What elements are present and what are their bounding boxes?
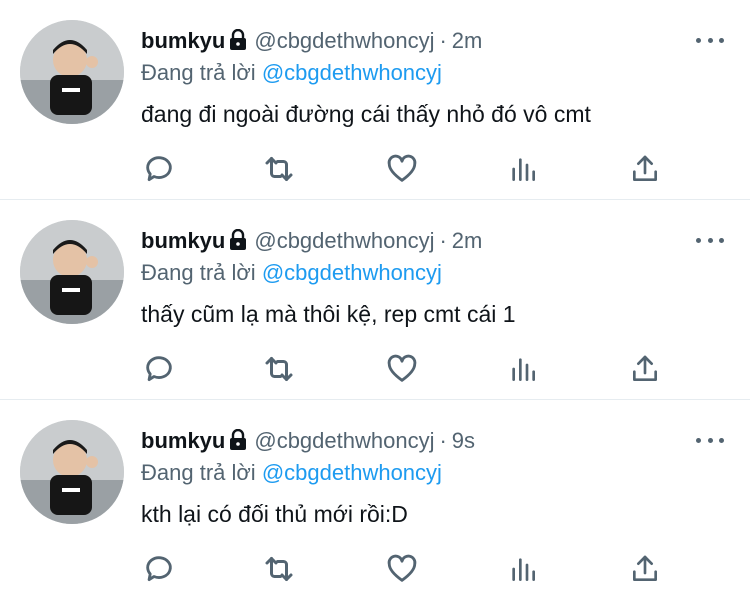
- retweet-button[interactable]: [261, 551, 297, 587]
- heart-icon: [387, 554, 417, 582]
- share-icon: [633, 555, 657, 581]
- avatar[interactable]: [20, 420, 124, 524]
- lock-icon: [230, 229, 247, 250]
- separator: ·: [439, 228, 447, 253]
- reply-mention[interactable]: @cbgdethwhoncyj: [262, 460, 442, 485]
- share-button[interactable]: [627, 151, 663, 187]
- separator: ·: [439, 428, 447, 453]
- reply-icon: [146, 556, 172, 582]
- reply-icon: [146, 356, 172, 382]
- display-name[interactable]: bumkyu: [141, 428, 225, 453]
- share-icon: [633, 355, 657, 381]
- username[interactable]: @cbgdethwhoncyj: [254, 228, 434, 253]
- reply-prefix: Đang trả lời: [141, 60, 256, 85]
- timestamp[interactable]: 9s: [452, 428, 475, 453]
- analytics-button[interactable]: [505, 351, 541, 387]
- share-button[interactable]: [627, 551, 663, 587]
- reply-mention[interactable]: @cbgdethwhoncyj: [262, 60, 442, 85]
- share-icon: [633, 155, 657, 181]
- lock-icon: [230, 429, 247, 450]
- avatar-photo: [20, 420, 124, 524]
- analytics-icon: [512, 558, 535, 581]
- tweet-text: kth lại có đối thủ mới rồi:D: [141, 501, 408, 527]
- avatar[interactable]: [20, 20, 124, 124]
- reply-button[interactable]: [141, 151, 177, 187]
- heart-icon: [387, 154, 417, 182]
- separator: ·: [439, 28, 447, 53]
- analytics-icon: [512, 158, 535, 181]
- like-button[interactable]: [384, 551, 420, 587]
- tweet-header: bumkyu @cbgdethwhoncyj · 9s: [141, 426, 680, 456]
- replying-to: Đang trả lời @cbgdethwhoncyj: [141, 258, 442, 288]
- avatar-photo: [20, 220, 124, 324]
- tweet-header: bumkyu @cbgdethwhoncyj · 2m: [141, 26, 680, 56]
- tweet-text: đang đi ngoài đường cái thấy nhỏ đó vô c…: [141, 101, 591, 127]
- avatar[interactable]: [20, 220, 124, 324]
- reply-mention[interactable]: @cbgdethwhoncyj: [262, 260, 442, 285]
- retweet-button[interactable]: [261, 351, 297, 387]
- timestamp[interactable]: 2m: [452, 228, 483, 253]
- retweet-button[interactable]: [261, 151, 297, 187]
- tweet-actions: [141, 551, 661, 587]
- username[interactable]: @cbgdethwhoncyj: [254, 428, 434, 453]
- tweet[interactable]: bumkyu @cbgdethwhoncyj · 2m Đang trả lời @c…: [0, 200, 750, 400]
- avatar-photo: [20, 20, 124, 124]
- analytics-button[interactable]: [505, 151, 541, 187]
- reply-button[interactable]: [141, 551, 177, 587]
- like-button[interactable]: [384, 151, 420, 187]
- tweet-header: bumkyu @cbgdethwhoncyj · 2m: [141, 226, 680, 256]
- more-icon[interactable]: [696, 430, 724, 450]
- retweet-icon: [265, 157, 293, 181]
- reply-prefix: Đang trả lời: [141, 460, 256, 485]
- like-button[interactable]: [384, 351, 420, 387]
- tweet-text: thấy cũm lạ mà thôi kệ, rep cmt cái 1: [141, 301, 516, 327]
- more-icon[interactable]: [696, 30, 724, 50]
- replying-to: Đang trả lời @cbgdethwhoncyj: [141, 458, 442, 488]
- reply-prefix: Đang trả lời: [141, 260, 256, 285]
- analytics-button[interactable]: [505, 551, 541, 587]
- more-icon[interactable]: [696, 230, 724, 250]
- retweet-icon: [265, 357, 293, 381]
- heart-icon: [387, 354, 417, 382]
- share-button[interactable]: [627, 351, 663, 387]
- reply-button[interactable]: [141, 351, 177, 387]
- lock-icon: [230, 29, 247, 50]
- tweet-actions: [141, 151, 661, 187]
- timeline: bumkyu @cbgdethwhoncyj · 2m Đang trả lời @c…: [0, 0, 750, 595]
- timestamp[interactable]: 2m: [452, 28, 483, 53]
- analytics-icon: [512, 358, 535, 381]
- replying-to: Đang trả lời @cbgdethwhoncyj: [141, 58, 442, 88]
- tweet[interactable]: bumkyu @cbgdethwhoncyj · 2m Đang trả lời @c…: [0, 0, 750, 200]
- username[interactable]: @cbgdethwhoncyj: [254, 28, 434, 53]
- tweet[interactable]: bumkyu @cbgdethwhoncyj · 9s Đang trả lời @c…: [0, 400, 750, 600]
- display-name[interactable]: bumkyu: [141, 28, 225, 53]
- reply-icon: [146, 156, 172, 182]
- retweet-icon: [265, 557, 293, 581]
- display-name[interactable]: bumkyu: [141, 228, 225, 253]
- tweet-actions: [141, 351, 661, 387]
